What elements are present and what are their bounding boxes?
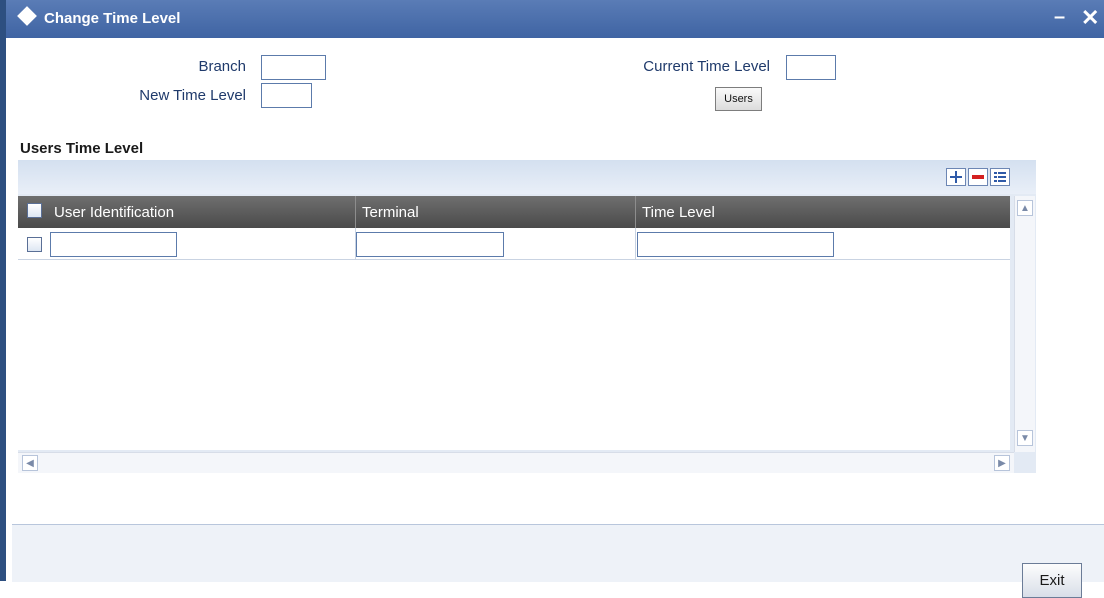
grid-body-empty <box>18 260 1010 450</box>
horizontal-scrollbar[interactable]: ◀ ▶ <box>18 452 1014 473</box>
users-button[interactable]: Users <box>715 87 762 111</box>
grid-toolbar <box>18 160 1036 194</box>
branch-label: Branch <box>198 58 246 75</box>
app-diamond-icon <box>17 6 37 26</box>
scroll-up-icon[interactable]: ▲ <box>1017 200 1033 216</box>
users-time-level-grid: User Identification Terminal Time Level … <box>18 160 1036 473</box>
column-user-identification[interactable]: User Identification <box>54 204 174 221</box>
grid-header: User Identification Terminal Time Level <box>18 196 1010 228</box>
current-time-level-input[interactable] <box>786 55 836 80</box>
column-time-level[interactable]: Time Level <box>642 204 715 221</box>
title-bar: Change Time Level – ✕ <box>6 0 1104 38</box>
change-time-level-window: Change Time Level – ✕ Branch New Time Le… <box>0 0 1104 598</box>
add-row-icon[interactable] <box>946 168 966 186</box>
user-identification-field[interactable] <box>50 232 177 257</box>
new-time-level-input[interactable] <box>261 83 312 108</box>
view-list-icon[interactable] <box>990 168 1010 186</box>
row-checkbox[interactable] <box>27 237 42 252</box>
users-time-level-title: Users Time Level <box>20 140 144 157</box>
footer-bar <box>12 524 1104 582</box>
table-row <box>18 228 1010 260</box>
scroll-left-icon[interactable]: ◀ <box>22 455 38 471</box>
vertical-scrollbar[interactable]: ▲ ▼ <box>1014 196 1035 452</box>
current-time-level-label: Current Time Level <box>643 58 770 75</box>
branch-input[interactable] <box>261 55 326 80</box>
time-level-field[interactable] <box>637 232 834 257</box>
scroll-right-icon[interactable]: ▶ <box>994 455 1010 471</box>
new-time-level-label: New Time Level <box>139 87 246 104</box>
window-title: Change Time Level <box>44 10 181 27</box>
select-all-checkbox[interactable] <box>27 203 42 218</box>
delete-row-icon[interactable] <box>968 168 988 186</box>
close-icon[interactable]: ✕ <box>1081 5 1099 31</box>
minimize-icon[interactable]: – <box>1054 6 1065 29</box>
column-terminal[interactable]: Terminal <box>362 204 419 221</box>
terminal-field[interactable] <box>356 232 504 257</box>
scroll-down-icon[interactable]: ▼ <box>1017 430 1033 446</box>
